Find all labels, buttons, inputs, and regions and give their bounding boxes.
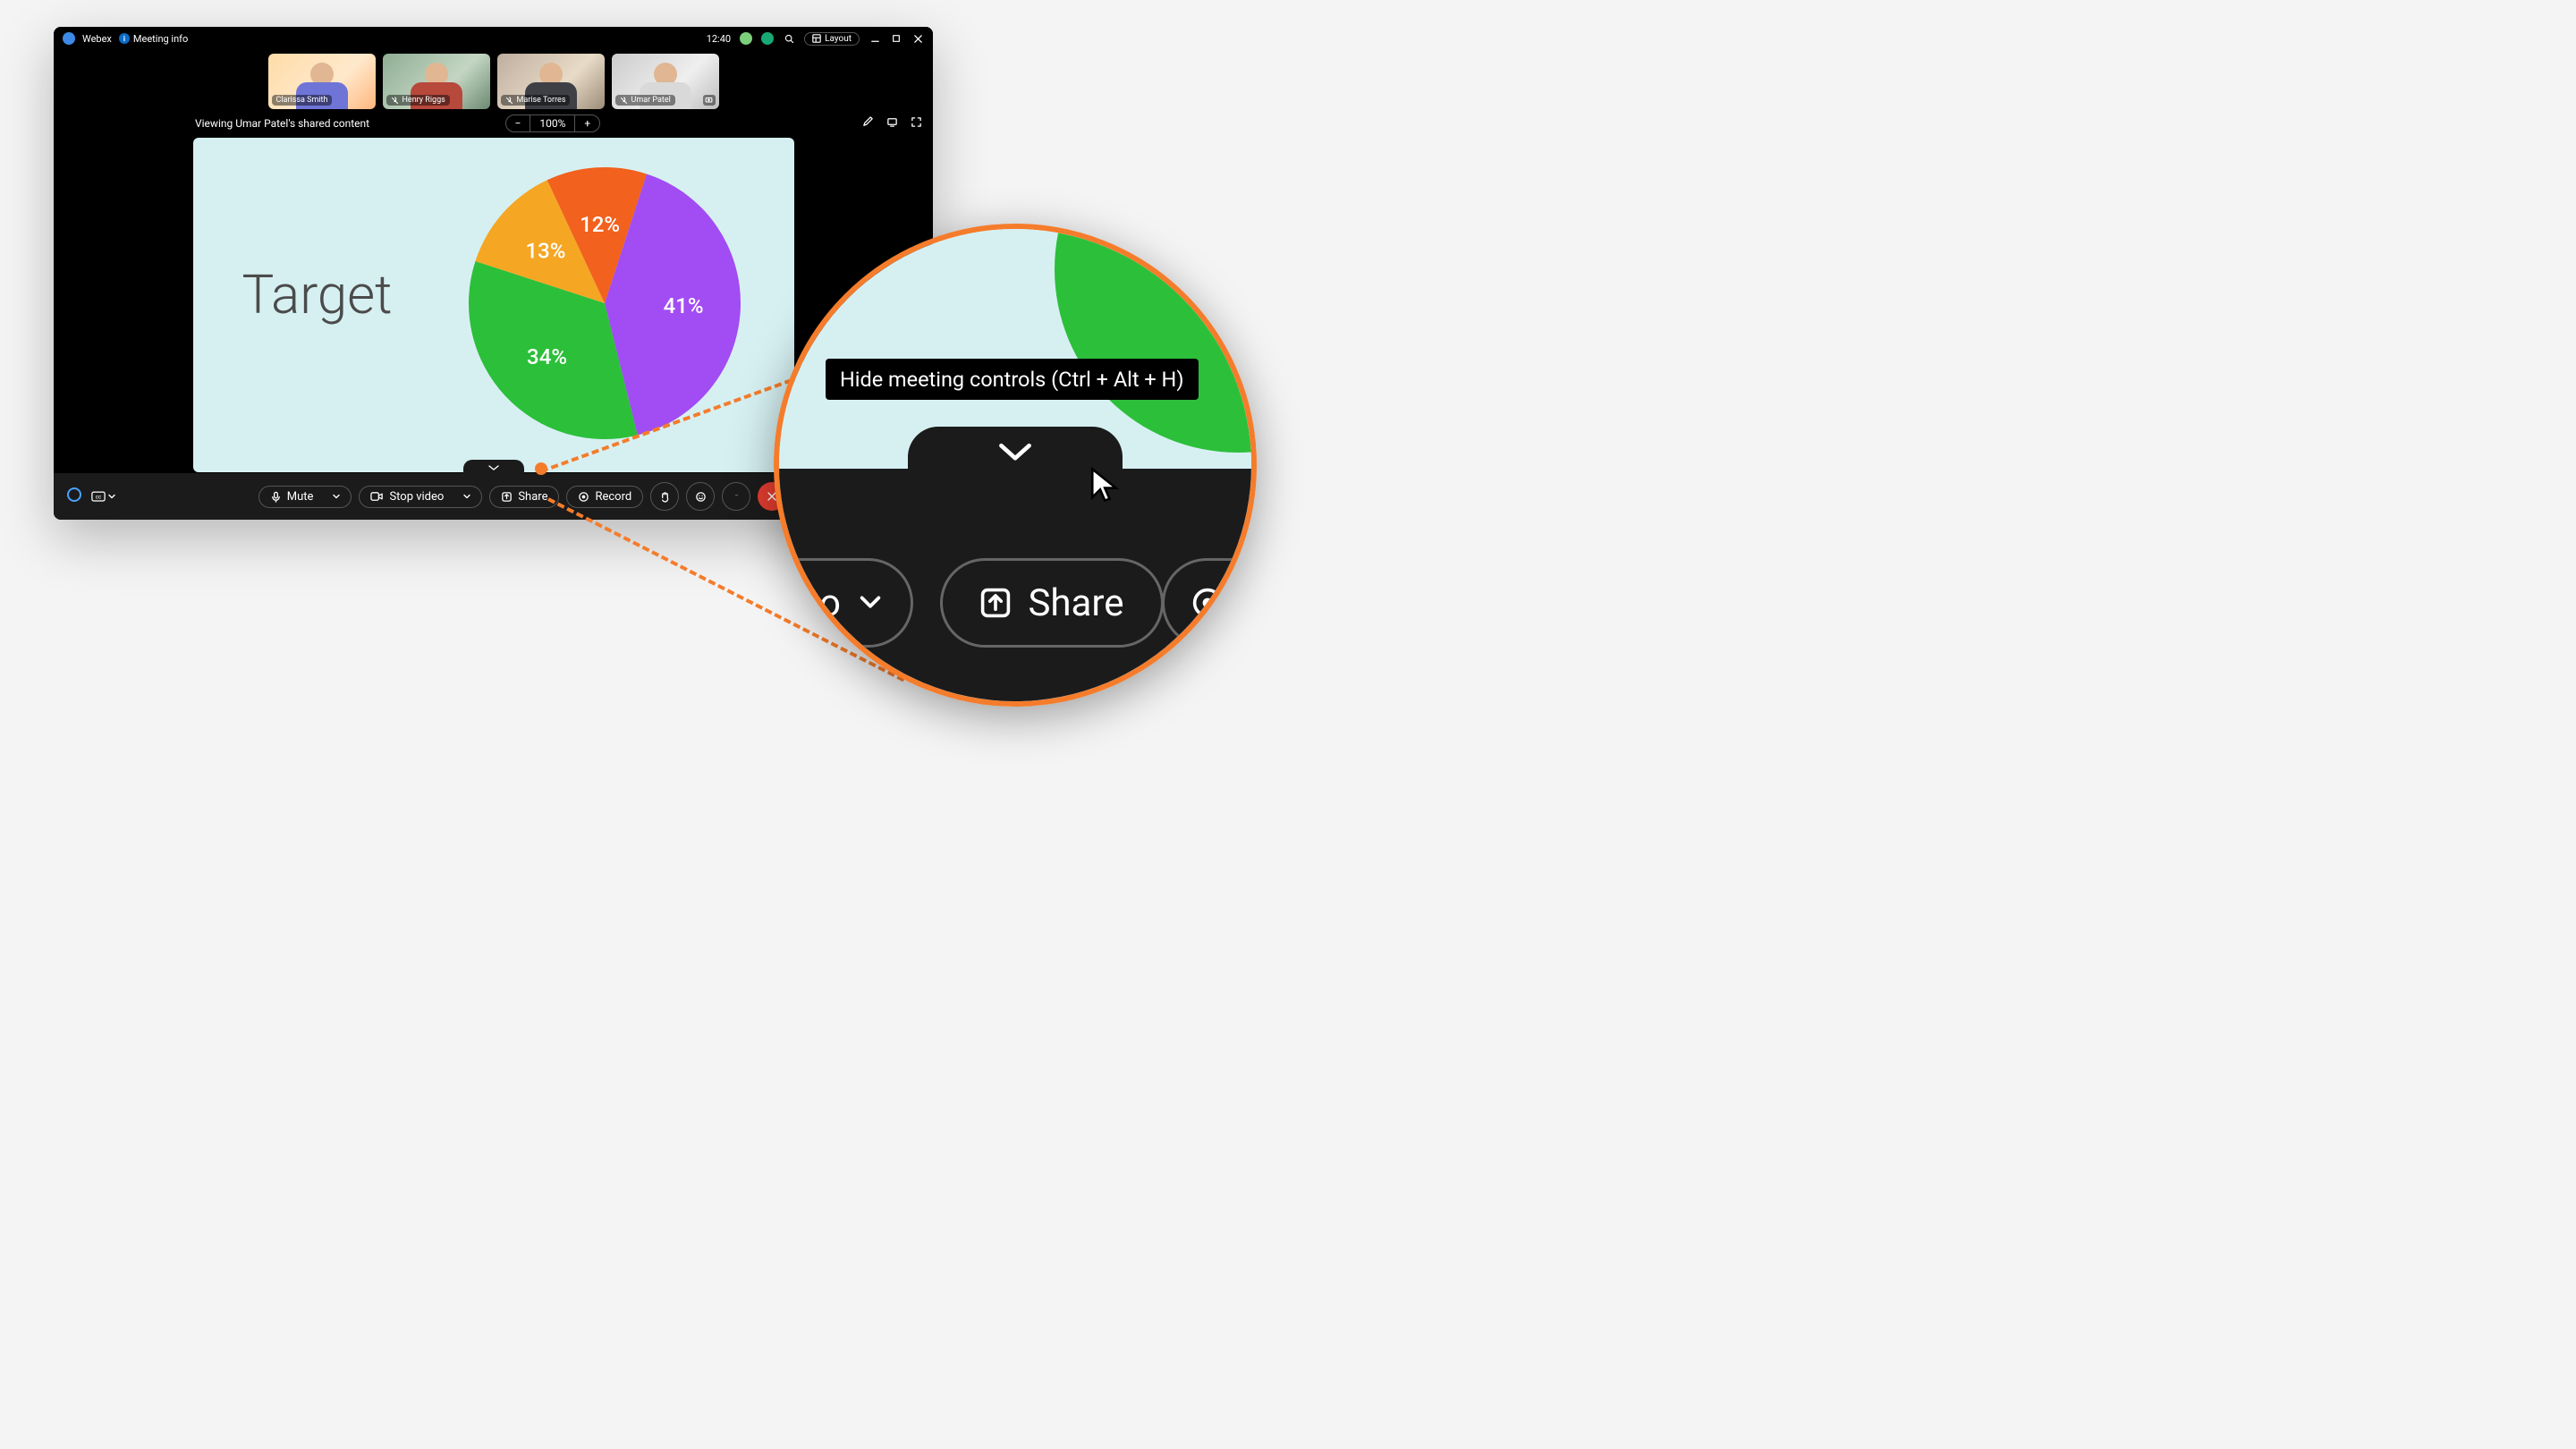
shared-slide: Target 41% 34% 13% 12% (193, 138, 794, 472)
search-icon[interactable] (783, 32, 795, 45)
fullscreen-icon[interactable] (911, 116, 922, 131)
chevron-down-icon (487, 463, 501, 472)
muted-icon (620, 97, 628, 105)
participant-tile[interactable]: Marise Torres (497, 54, 605, 109)
record-label: Record (595, 490, 631, 504)
pie-chart: 41% 34% 13% 12% (462, 160, 748, 446)
ellipsis-icon (731, 495, 742, 498)
chevron-down-icon (857, 589, 884, 616)
pie-slice-label: 13% (525, 239, 565, 264)
share-icon (979, 587, 1012, 619)
mic-icon (270, 491, 282, 503)
zoom-in-button[interactable]: + (575, 115, 599, 131)
cursor-icon (1088, 466, 1125, 504)
muted-icon (391, 97, 399, 105)
minimize-button[interactable] (869, 32, 881, 45)
participant-name: Umar Patel (631, 96, 671, 105)
share-button-zoomed[interactable]: Share (940, 558, 1164, 648)
share-button[interactable]: Share (489, 486, 559, 508)
reactions-button[interactable] (686, 482, 715, 511)
muted-icon (505, 97, 513, 105)
chevron-down-icon (996, 440, 1035, 465)
stop-video-label-partial: deo (778, 581, 841, 625)
clock: 12:40 (707, 33, 731, 45)
mute-button[interactable]: Mute (258, 486, 352, 508)
raise-hand-button[interactable] (650, 482, 679, 511)
svg-text:cc: cc (96, 493, 102, 500)
stop-video-button-zoomed[interactable]: deo (774, 558, 913, 648)
meeting-info-label: Meeting info (133, 33, 188, 45)
pie-slice-label: 12% (580, 212, 620, 237)
smile-icon (695, 491, 707, 503)
layout-label: Layout (825, 34, 852, 44)
zoom-control[interactable]: − 100% + (505, 114, 601, 132)
app-name: Webex (82, 33, 112, 45)
sharing-indicator-icon (703, 95, 716, 106)
record-icon (1191, 587, 1224, 619)
participant-filmstrip: Clarissa Smith Henry Riggs Marise Torres… (54, 50, 933, 111)
shared-content-header: Viewing Umar Patel's shared content − 10… (54, 111, 933, 136)
share-label-zoomed: Share (1028, 581, 1123, 625)
zoomed-pie-fragment (1055, 224, 1257, 453)
network-quality-icon[interactable] (740, 32, 752, 45)
pie-slice-label: 41% (663, 293, 703, 318)
more-options-button[interactable] (722, 482, 750, 511)
camera-icon (370, 491, 384, 502)
hand-icon (659, 491, 671, 503)
maximize-button[interactable] (890, 32, 902, 45)
zoom-out-button[interactable]: − (506, 115, 531, 131)
stop-video-button[interactable]: Stop video (359, 486, 482, 508)
slide-title: Target (242, 263, 393, 326)
share-label: Share (518, 490, 547, 504)
pie-slice-label: 34% (527, 344, 567, 369)
viewing-label: Viewing Umar Patel's shared content (195, 117, 369, 130)
mute-label: Mute (287, 490, 314, 504)
titlebar: Webex i Meeting info 12:40 Layout (54, 27, 933, 50)
magnifier-callout: Hide meeting controls (Ctrl + Alt + H) d… (774, 224, 1257, 707)
participant-tile[interactable]: Clarissa Smith (268, 54, 376, 109)
participant-tile[interactable]: Umar Patel (612, 54, 719, 109)
share-icon (501, 491, 513, 503)
chevron-down-icon (463, 493, 470, 500)
info-icon: i (119, 33, 130, 44)
record-button[interactable]: Record (566, 486, 643, 508)
close-button[interactable] (911, 32, 924, 45)
chevron-down-icon (108, 493, 115, 500)
record-icon (578, 491, 589, 503)
hide-controls-tooltip: Hide meeting controls (Ctrl + Alt + H) (826, 359, 1199, 400)
participant-name: Henry Riggs (402, 96, 445, 105)
annotate-icon[interactable] (862, 116, 874, 131)
assistant-icon[interactable] (66, 487, 82, 506)
record-button-zoomed[interactable] (1162, 558, 1257, 648)
layout-button[interactable]: Layout (804, 32, 860, 46)
zoom-level: 100% (530, 115, 575, 131)
participant-tile[interactable]: Henry Riggs (383, 54, 490, 109)
participant-name: Marise Torres (517, 96, 566, 105)
pop-out-icon[interactable] (886, 116, 898, 131)
participant-name: Clarissa Smith (276, 96, 328, 105)
meeting-info-button[interactable]: i Meeting info (119, 33, 188, 45)
webex-logo-icon (63, 32, 75, 45)
stop-video-label: Stop video (389, 490, 444, 504)
audio-stats-icon[interactable] (761, 32, 774, 45)
chevron-down-icon (333, 493, 340, 500)
captions-button[interactable]: cc (91, 491, 115, 503)
